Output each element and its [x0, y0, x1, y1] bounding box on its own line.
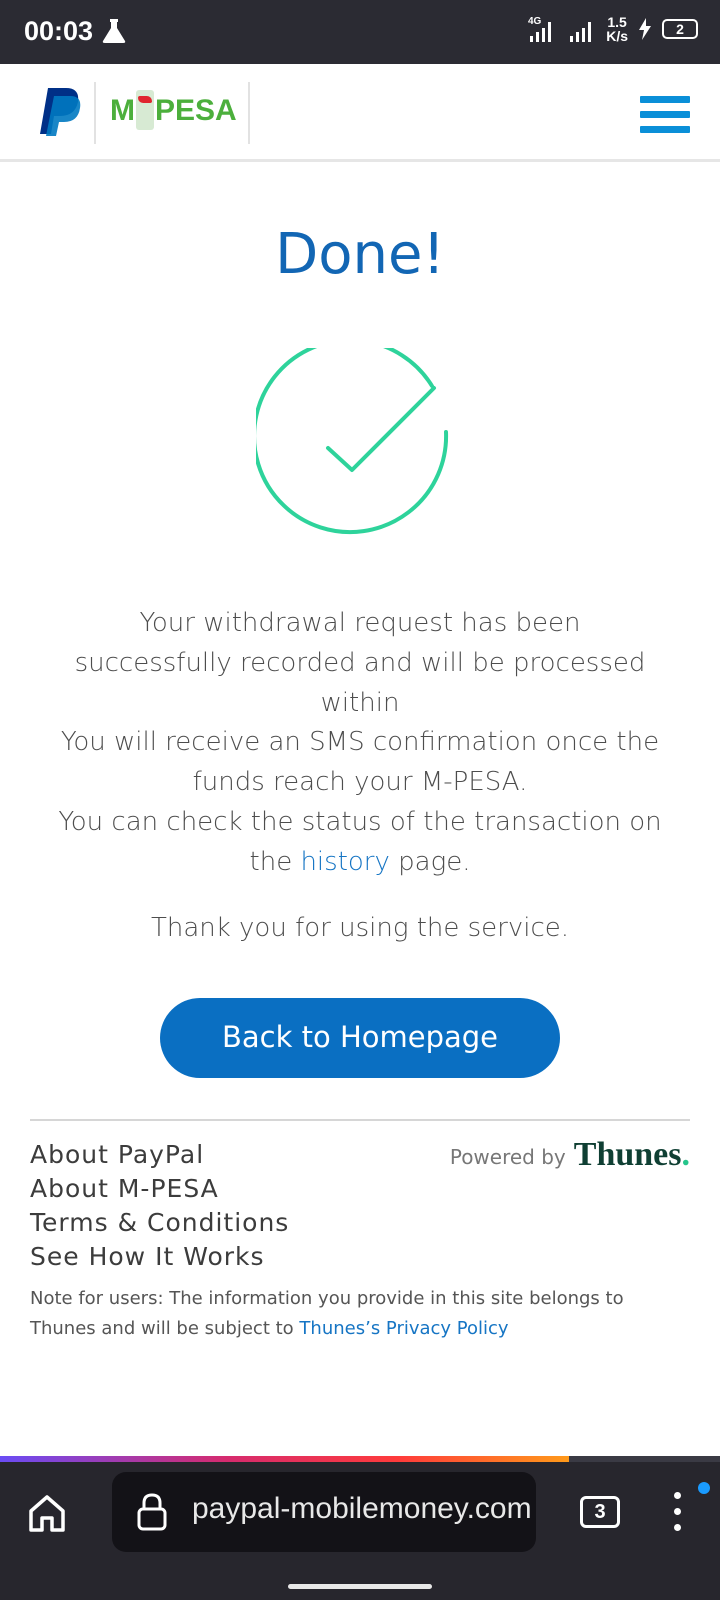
- speed-unit: K/s: [606, 28, 628, 44]
- thunes-logo-text: Thunes: [573, 1136, 682, 1173]
- privacy-note: Note for users: The information you prov…: [30, 1284, 690, 1344]
- address-bar[interactable]: paypal-mobilemoney.com: [112, 1472, 536, 1552]
- gesture-bar[interactable]: [288, 1584, 432, 1589]
- powered-by: Powered by Thunes.: [450, 1136, 690, 1174]
- footer-link-about-mpesa[interactable]: About M-PESA: [30, 1172, 289, 1206]
- tab-switcher-button[interactable]: 3: [580, 1496, 620, 1528]
- sms-message: You will receive an SMS confirmation onc…: [40, 722, 680, 882]
- footer-links: About PayPal About M-PESA Terms & Condit…: [30, 1138, 289, 1274]
- notification-dot: [698, 1482, 710, 1494]
- footer-divider: [30, 1119, 690, 1121]
- url-text: paypal-mobilemoney.com: [192, 1492, 532, 1525]
- footer-link-terms[interactable]: Terms & Conditions: [30, 1206, 289, 1240]
- thunes-logo: Thunes.: [574, 1136, 690, 1174]
- success-check-icon: [256, 348, 449, 535]
- flask-icon: [102, 19, 126, 43]
- status-bar: 00:03 4G 1.5 K/s 2: [0, 0, 720, 64]
- thank-you-message: Thank you for using the service.: [150, 913, 570, 943]
- home-icon[interactable]: [26, 1492, 68, 1534]
- mpesa-logo-m: M: [110, 94, 135, 127]
- hamburger-menu-icon[interactable]: [640, 96, 690, 136]
- network-speed: 1.5 K/s: [606, 15, 628, 43]
- site-header: M PESA: [0, 64, 720, 162]
- footer-link-how-it-works[interactable]: See How It Works: [30, 1240, 289, 1274]
- thunes-logo-dot: .: [681, 1136, 691, 1173]
- back-to-homepage-button[interactable]: Back to Homepage: [160, 998, 560, 1078]
- history-link[interactable]: history: [300, 847, 389, 877]
- signal-4g-icon: 4G: [528, 16, 552, 42]
- status-indicators: 4G 1.5 K/s 2: [528, 14, 698, 44]
- header-divider: [94, 82, 96, 144]
- mpesa-logo: M PESA: [110, 90, 237, 130]
- powered-by-label: Powered by: [449, 1145, 566, 1169]
- svg-text:4G: 4G: [528, 16, 542, 27]
- mpesa-phone-icon: [136, 90, 154, 130]
- sms-confirmation-text: You will receive an SMS confirmation onc…: [60, 727, 660, 797]
- history-text: You can check the status of the transact…: [40, 802, 680, 882]
- charging-icon: [639, 18, 651, 40]
- page-title: Done!: [275, 222, 445, 287]
- lock-icon: [137, 1493, 167, 1531]
- mpesa-logo-pesa: PESA: [155, 94, 237, 127]
- signal-icon: [570, 22, 592, 42]
- speed-value: 1.5: [607, 14, 627, 30]
- battery-icon: 2: [662, 19, 698, 39]
- header-divider: [248, 82, 250, 144]
- footer-link-about-paypal[interactable]: About PayPal: [30, 1138, 289, 1172]
- privacy-policy-link[interactable]: Thunes’s Privacy Policy: [299, 1318, 508, 1339]
- more-options-icon[interactable]: [668, 1492, 688, 1536]
- history-text-post: page.: [398, 847, 471, 877]
- paypal-logo-icon: [40, 88, 81, 136]
- browser-toolbar: paypal-mobilemoney.com 3: [0, 1462, 720, 1600]
- withdrawal-message: Your withdrawal request has been success…: [74, 608, 646, 718]
- status-time: 00:03: [24, 16, 94, 46]
